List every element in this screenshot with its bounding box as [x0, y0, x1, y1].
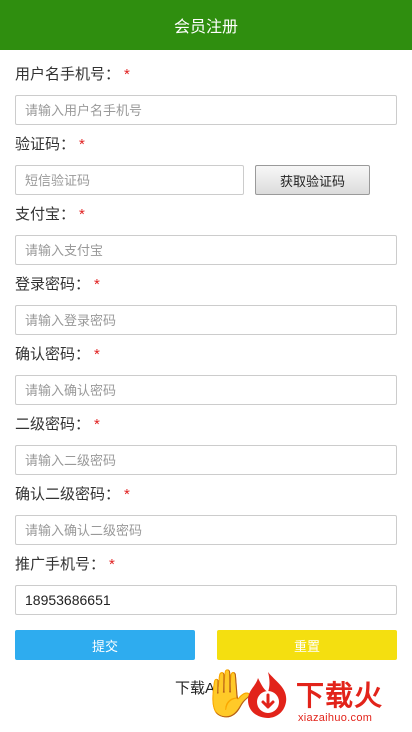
watermark-url: xiazaihuo.com: [298, 712, 373, 724]
verify-code-input[interactable]: [15, 165, 244, 195]
required-mark: *: [94, 416, 100, 433]
alipay-label: 支付宝： *: [15, 206, 85, 223]
get-code-button[interactable]: 获取验证码: [255, 165, 370, 195]
login-password-field-group: 登录密码： *: [15, 275, 397, 335]
submit-button[interactable]: 提交: [15, 630, 195, 660]
required-mark: *: [124, 66, 130, 83]
page-header: 会员注册: [0, 0, 412, 50]
second-password-input[interactable]: [15, 445, 397, 475]
alipay-field-group: 支付宝： *: [15, 205, 397, 265]
referrer-phone-label: 推广手机号： *: [15, 556, 115, 573]
login-password-label: 登录密码： *: [15, 276, 100, 293]
reset-button[interactable]: 重置: [217, 630, 397, 660]
confirm-password-label: 确认密码： *: [15, 346, 100, 363]
second-password-field-group: 二级密码： *: [15, 415, 397, 475]
confirm-password-input[interactable]: [15, 375, 397, 405]
watermark-figure-icon: ✋: [200, 666, 258, 720]
required-mark: *: [124, 486, 130, 503]
referrer-phone-input[interactable]: [15, 585, 397, 615]
required-mark: *: [79, 136, 85, 153]
page-title: 会员注册: [173, 19, 238, 36]
required-mark: *: [79, 206, 85, 223]
required-mark: *: [109, 556, 115, 573]
second-password-label: 二级密码： *: [15, 416, 100, 433]
watermark-brand: 下载火: [296, 680, 384, 711]
verify-label: 验证码： *: [15, 136, 85, 153]
login-password-input[interactable]: [15, 305, 397, 335]
confirm-second-password-label: 确认二级密码： *: [15, 486, 130, 503]
referrer-phone-field-group: 推广手机号： *: [15, 555, 397, 615]
username-input[interactable]: [15, 95, 397, 125]
watermark: ✋ 下载火 xiazaihuo.com: [200, 660, 412, 732]
required-mark: *: [94, 346, 100, 363]
verify-field-group: 验证码：* 获取验证码: [15, 135, 397, 195]
confirm-password-field-group: 确认密码： *: [15, 345, 397, 405]
username-field-group: 用户名手机号： *: [15, 65, 397, 125]
confirm-second-password-field-group: 确认二级密码： *: [15, 485, 397, 545]
confirm-second-password-input[interactable]: [15, 515, 397, 545]
alipay-input[interactable]: [15, 235, 397, 265]
username-label: 用户名手机号： *: [15, 66, 130, 83]
required-mark: *: [94, 276, 100, 293]
fire-logo-icon: [248, 672, 287, 718]
